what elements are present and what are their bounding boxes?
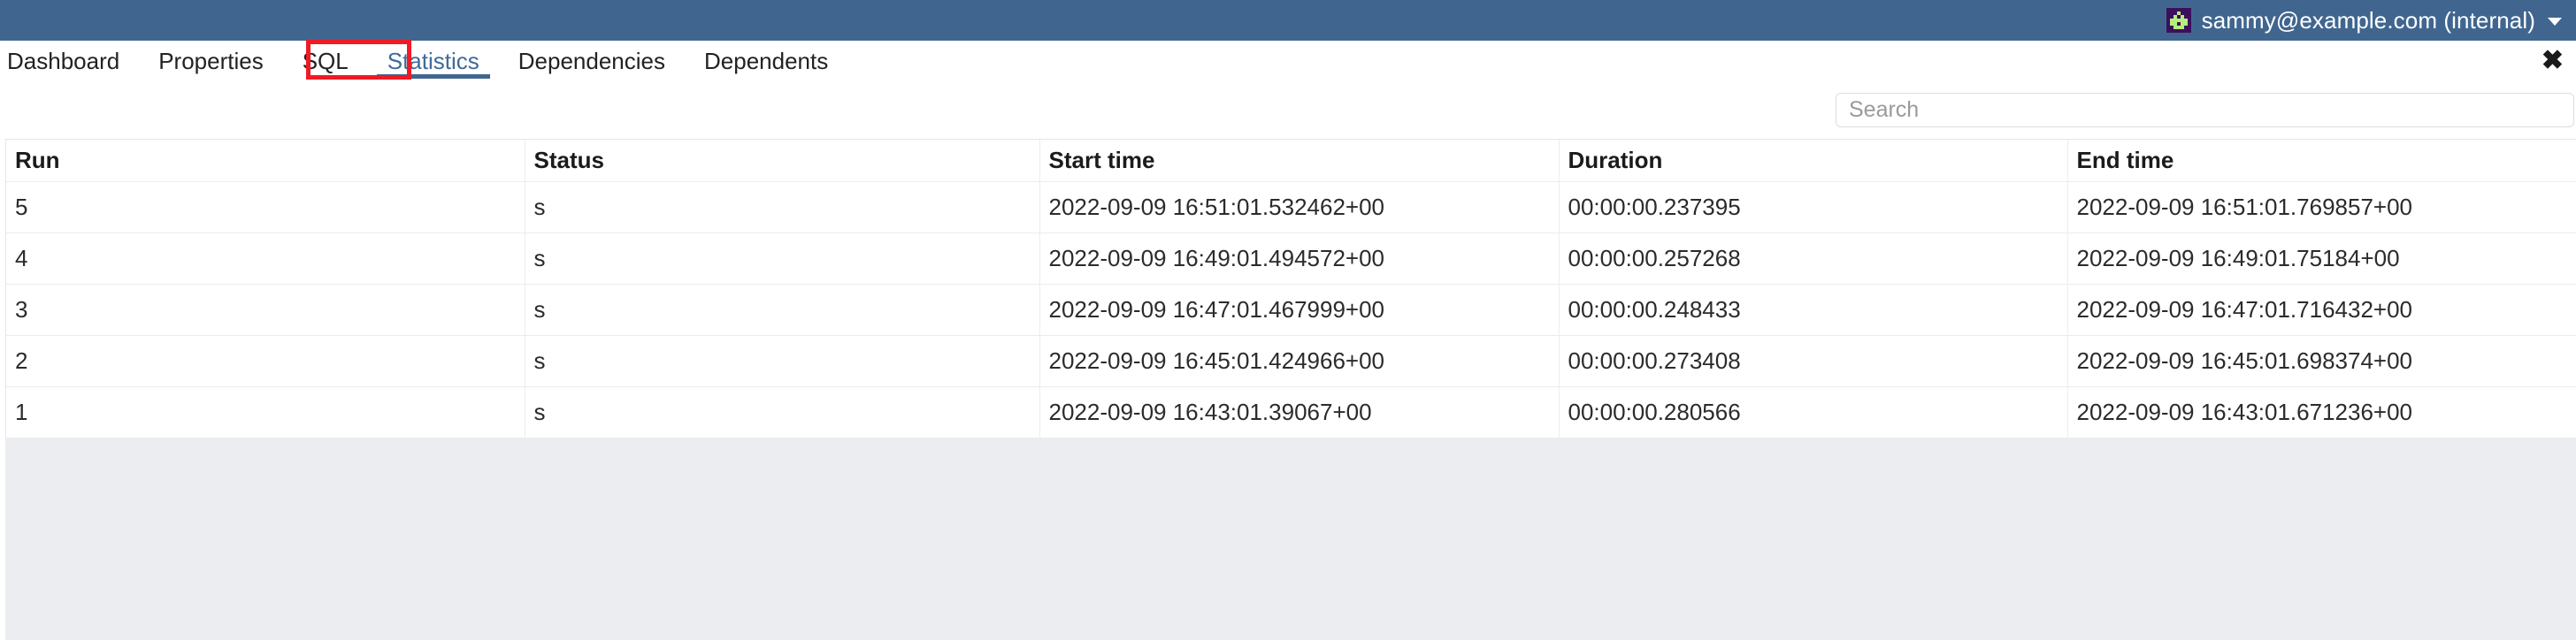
cell-start-time: 2022-09-09 16:43:01.39067+00 <box>1039 386 1560 438</box>
tab-label: Dashboard <box>7 47 120 74</box>
empty-content-area <box>0 438 2576 640</box>
column-header-duration[interactable]: Duration <box>1559 140 2068 182</box>
cell-duration: 00:00:00.280566 <box>1559 386 2068 438</box>
chevron-down-icon[interactable] <box>2548 18 2562 26</box>
statistics-toolbar <box>0 80 2576 137</box>
table-header-row: Run Status Start time Duration End time <box>6 140 2576 182</box>
tab-label: Dependencies <box>518 47 665 74</box>
cell-status: s <box>525 335 1040 387</box>
cell-duration: 00:00:00.237395 <box>1559 181 2068 233</box>
table-row[interactable]: 2 s 2022-09-09 16:45:01.424966+00 00:00:… <box>6 335 2576 387</box>
cell-status: s <box>525 181 1040 233</box>
tab-dependents[interactable]: Dependents <box>685 41 847 80</box>
cell-run: 1 <box>6 386 525 438</box>
identicon-avatar <box>2166 8 2191 33</box>
table-row[interactable]: 5 s 2022-09-09 16:51:01.532462+00 00:00:… <box>6 181 2576 233</box>
cell-duration: 00:00:00.273408 <box>1559 335 2068 387</box>
tab-label: Statistics <box>387 47 479 74</box>
column-header-end-time[interactable]: End time <box>2067 140 2576 182</box>
cell-duration: 00:00:00.257268 <box>1559 232 2068 285</box>
search-input[interactable] <box>1836 93 2574 127</box>
tab-label: SQL <box>302 47 349 74</box>
cell-run: 4 <box>6 232 525 285</box>
column-header-run[interactable]: Run <box>6 140 525 182</box>
cell-run: 5 <box>6 181 525 233</box>
cell-end-time: 2022-09-09 16:45:01.698374+00 <box>2067 335 2576 387</box>
tab-label: Dependents <box>704 47 829 74</box>
cell-end-time: 2022-09-09 16:43:01.671236+00 <box>2067 386 2576 438</box>
cell-status: s <box>525 232 1040 285</box>
top-header-bar: sammy@example.com (internal) <box>0 0 2576 41</box>
close-icon[interactable]: ✖ <box>2542 47 2564 74</box>
statistics-table-container: Run Status Start time Duration End time … <box>5 139 2576 438</box>
cell-end-time: 2022-09-09 16:49:01.75184+00 <box>2067 232 2576 285</box>
user-email-label: sammy@example.com (internal) <box>2201 6 2535 34</box>
statistics-table: Run Status Start time Duration End time … <box>6 140 2576 438</box>
tab-dependencies[interactable]: Dependencies <box>499 41 685 80</box>
cell-duration: 00:00:00.248433 <box>1559 284 2068 336</box>
cell-end-time: 2022-09-09 16:51:01.769857+00 <box>2067 181 2576 233</box>
table-row[interactable]: 4 s 2022-09-09 16:49:01.494572+00 00:00:… <box>6 232 2576 285</box>
column-header-start-time[interactable]: Start time <box>1039 140 1560 182</box>
table-row[interactable]: 3 s 2022-09-09 16:47:01.467999+00 00:00:… <box>6 284 2576 336</box>
cell-start-time: 2022-09-09 16:51:01.532462+00 <box>1039 181 1560 233</box>
cell-end-time: 2022-09-09 16:47:01.716432+00 <box>2067 284 2576 336</box>
tab-properties[interactable]: Properties <box>139 41 283 80</box>
column-header-status[interactable]: Status <box>525 140 1040 182</box>
cell-start-time: 2022-09-09 16:49:01.494572+00 <box>1039 232 1560 285</box>
cell-start-time: 2022-09-09 16:47:01.467999+00 <box>1039 284 1560 336</box>
cell-run: 3 <box>6 284 525 336</box>
tab-statistics[interactable]: Statistics <box>368 41 499 80</box>
cell-status: s <box>525 386 1040 438</box>
table-row[interactable]: 1 s 2022-09-09 16:43:01.39067+00 00:00:0… <box>6 386 2576 438</box>
cell-start-time: 2022-09-09 16:45:01.424966+00 <box>1039 335 1560 387</box>
cell-status: s <box>525 284 1040 336</box>
user-menu[interactable]: sammy@example.com (internal) <box>2166 7 2562 34</box>
object-tab-bar: Dashboard Properties SQL Statistics Depe… <box>0 41 2576 81</box>
cell-run: 2 <box>6 335 525 387</box>
tab-label: Properties <box>158 47 264 74</box>
tab-sql[interactable]: SQL <box>283 41 368 80</box>
tab-dashboard[interactable]: Dashboard <box>0 41 139 80</box>
